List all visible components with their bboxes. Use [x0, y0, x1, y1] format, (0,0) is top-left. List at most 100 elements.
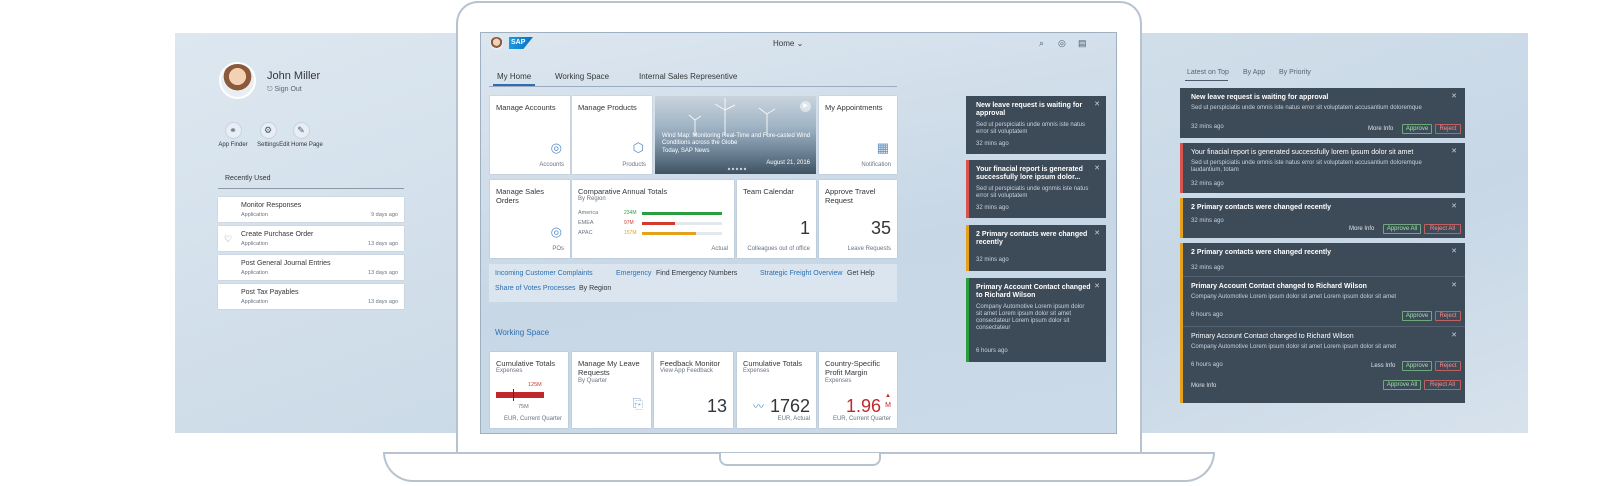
copilot-icon[interactable]: ◎: [1058, 38, 1066, 49]
screen-notification[interactable]: New leave request is waiting for approva…: [966, 96, 1106, 154]
more-info-link[interactable]: More Info: [1349, 226, 1374, 232]
divider: [1183, 276, 1465, 277]
link-emergency[interactable]: Emergency: [616, 270, 651, 277]
tile-number: 1: [799, 218, 810, 238]
settings-label: Settings: [257, 142, 279, 148]
screen-notification[interactable]: Your finacial report is generated succes…: [966, 160, 1106, 218]
tile-title: Comparative Annual Totals: [578, 187, 668, 196]
bullet-bar: [496, 392, 544, 398]
notification-body: Sed ut perspiciatis unde omnis iste natu…: [976, 122, 1086, 135]
header-avatar[interactable]: [490, 37, 503, 50]
tile-approve-travel[interactable]: Approve Travel Request 35 Leave Requests: [819, 180, 897, 258]
approve-button[interactable]: Approve: [1402, 311, 1432, 321]
more-info-link[interactable]: More Info: [1368, 126, 1393, 132]
approve-all-button[interactable]: Approve All: [1383, 380, 1421, 390]
tile-my-appointments[interactable]: My Appointments ▦ Notification: [819, 96, 897, 174]
tile-news[interactable]: ▶ Wind Map: Monitoring Real-Time and For…: [655, 96, 816, 174]
close-icon[interactable]: ✕: [1451, 147, 1457, 155]
close-icon[interactable]: ✕: [1451, 281, 1457, 289]
user-icon: ◎: [550, 140, 562, 155]
link-freight-overview[interactable]: Strategic Freight Overview: [760, 270, 842, 277]
tile-footer: Colleagues out of office: [747, 246, 810, 252]
recent-item[interactable]: ♡ Create Purchase Order Application 13 d…: [218, 226, 404, 251]
right-notification-group[interactable]: 2 Primary contacts were changed recently…: [1180, 243, 1465, 403]
right-notification[interactable]: 2 Primary contacts were changed recently…: [1180, 198, 1465, 238]
notification-time: 32 mins ago: [1191, 181, 1224, 187]
tile-subtitle: By Quarter: [578, 378, 608, 384]
edit-home-page-label: Edit Home Page: [279, 142, 323, 148]
reject-all-button[interactable]: Reject All: [1424, 224, 1461, 234]
ws-tile-cumulative-totals-actual[interactable]: Cumulative Totals Expenses 〰 1762 EUR, A…: [737, 352, 816, 428]
ws-tile-cumulative-totals[interactable]: Cumulative Totals Expenses 125M 75M EUR,…: [490, 352, 568, 428]
tile-footer: EUR, Current Quarter: [503, 416, 562, 422]
recent-item[interactable]: Monitor Responses Application 9 days ago: [218, 197, 404, 222]
tab-my-home[interactable]: My Home: [497, 72, 531, 81]
tab-internal-sales[interactable]: Internal Sales Representive: [639, 72, 737, 81]
approve-all-button[interactable]: Approve All: [1383, 224, 1421, 234]
reject-button[interactable]: Reject: [1435, 361, 1461, 371]
tab-by-app[interactable]: By App: [1243, 69, 1265, 76]
notification-body: Sed ut perspiciatis unde ognmis iste nat…: [976, 186, 1089, 199]
home-menu[interactable]: Home ⌄: [773, 39, 803, 48]
close-icon[interactable]: ✕: [1451, 331, 1457, 339]
close-icon[interactable]: ✕: [1451, 247, 1457, 255]
chart-bar: [642, 212, 722, 215]
gear-icon: ⚙: [259, 122, 277, 139]
reject-button[interactable]: Reject: [1435, 311, 1461, 321]
reject-all-button[interactable]: Reject All: [1424, 380, 1461, 390]
news-title: Wind Map: Monitoring Real-Time and Fore-…: [662, 133, 811, 146]
document-icon: ◎: [550, 224, 562, 239]
more-info-link[interactable]: More Info: [1191, 383, 1216, 389]
close-icon[interactable]: ✕: [1094, 100, 1100, 108]
approve-button[interactable]: Approve: [1402, 361, 1432, 371]
close-icon[interactable]: ✕: [1094, 229, 1100, 237]
tile-title: Manage Products: [578, 103, 637, 112]
edit-home-page-button[interactable]: ✎ Edit Home Page: [278, 122, 324, 149]
heart-icon[interactable]: ♡: [224, 234, 232, 245]
recent-item[interactable]: Post Tax Payables Application 13 days ag…: [218, 284, 404, 309]
approve-button[interactable]: Approve: [1402, 124, 1432, 134]
tile-manage-sales-orders[interactable]: Manage Sales Orders ◎ POs: [490, 180, 570, 258]
tile-manage-products[interactable]: Manage Products ⬡ Products: [572, 96, 652, 174]
ws-tile-feedback-monitor[interactable]: Feedback Monitor View App Feedback 13: [654, 352, 733, 428]
screen-notification[interactable]: 2 Primary contacts were changed recently…: [966, 225, 1106, 271]
recent-item[interactable]: Post General Journal Entries Application…: [218, 255, 404, 280]
close-icon[interactable]: ✕: [1094, 164, 1100, 172]
recent-item-title: Post General Journal Entries: [241, 260, 331, 267]
close-icon[interactable]: ✕: [1451, 92, 1457, 100]
tab-latest-on-top[interactable]: Latest on Top: [1187, 69, 1229, 76]
link-share-of-votes[interactable]: Share of Votes Processes: [495, 285, 576, 292]
user-avatar[interactable]: [219, 62, 256, 99]
divider: [218, 188, 404, 189]
tile-team-calendar[interactable]: Team Calendar 1 Colleagues out of office: [737, 180, 816, 258]
tile-comparative-totals[interactable]: Comparative Annual Totals By Region Actu…: [572, 180, 734, 258]
tab-working-space[interactable]: Working Space: [555, 72, 609, 81]
screen-notification[interactable]: Primary Account Contact changed to Richa…: [966, 278, 1106, 362]
tile-manage-accounts[interactable]: Manage Accounts ◎ Accounts: [490, 96, 570, 174]
link-incoming-complaints[interactable]: Incoming Customer Complaints: [495, 270, 593, 277]
trend-icon: 〰: [753, 401, 764, 413]
sign-out-link[interactable]: ⎋ Sign Out: [267, 86, 302, 94]
home-title: Home: [773, 39, 795, 48]
recent-item-date: 13 days ago: [368, 270, 398, 276]
calendar-icon: ▦: [876, 140, 889, 155]
right-notification[interactable]: New leave request is waiting for approva…: [1180, 88, 1465, 138]
notification-time: 32 mins ago: [1191, 218, 1224, 224]
notification-title: 2 Primary contacts were changed recently: [976, 231, 1088, 246]
ws-tile-profit-margin[interactable]: Country-Specific Profit Margin Expenses …: [819, 352, 897, 428]
less-info-link[interactable]: Less Info: [1371, 363, 1395, 369]
search-icon[interactable]: ⌕: [1039, 38, 1044, 49]
notifications-icon[interactable]: ▤: [1078, 38, 1087, 49]
close-icon[interactable]: ✕: [1094, 282, 1100, 290]
right-notification[interactable]: Your finacial report is generated succes…: [1180, 143, 1465, 193]
reject-button[interactable]: Reject: [1435, 124, 1461, 134]
tab-by-priority[interactable]: By Priority: [1279, 69, 1311, 76]
sign-out-label: Sign Out: [274, 86, 302, 93]
chart-bar: [642, 232, 696, 235]
play-icon[interactable]: ▶: [800, 101, 811, 112]
notification-title: Primary Account Contact changed to Richa…: [976, 284, 1091, 299]
close-icon[interactable]: ✕: [1451, 202, 1457, 210]
ws-tile-leave-requests[interactable]: Manage My Leave Requests By Quarter ⎘: [572, 352, 651, 428]
tile-footer: Actual: [711, 246, 728, 252]
sub-notification-time: 6 hours ago: [1191, 312, 1223, 318]
